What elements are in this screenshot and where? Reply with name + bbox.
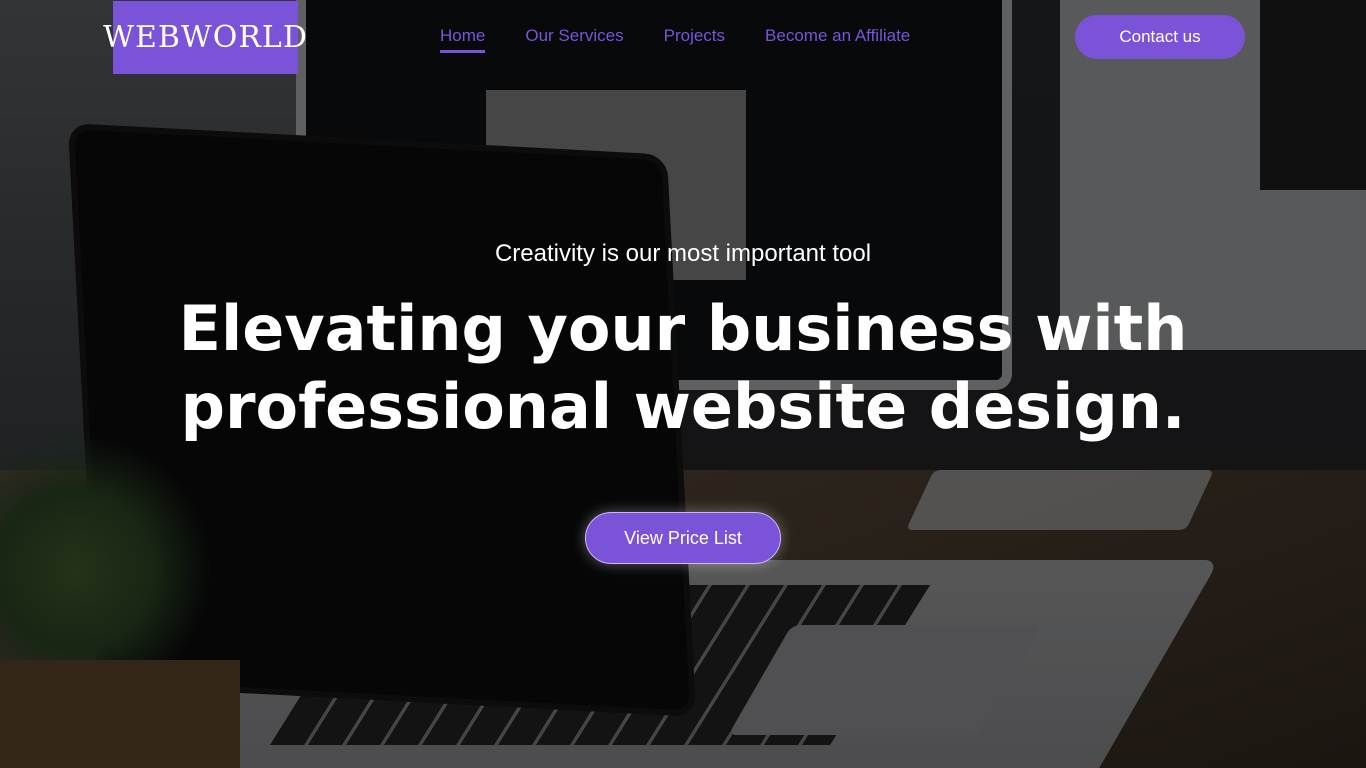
hero-headline-line-1: Elevating your business with [178,292,1188,365]
nav-link-become-affiliate[interactable]: Become an Affiliate [765,26,910,53]
main-nav: Home Our Services Projects Become an Aff… [440,26,950,53]
nav-link-projects[interactable]: Projects [664,26,725,53]
hero-tagline: Creativity is our most important tool [494,240,872,267]
site-logo[interactable]: WEBWORLD [103,1,307,74]
nav-link-our-services[interactable]: Our Services [525,26,623,53]
logo-text: WEBWORLD [103,19,308,55]
hero-headline-line-2: professional website design. [180,370,1186,443]
nav-link-home[interactable]: Home [440,26,486,53]
hero-headline: Elevating your business with professiona… [0,290,1366,446]
view-price-list-button[interactable]: View Price List [585,512,781,564]
contact-us-button[interactable]: Contact us [1075,15,1245,59]
